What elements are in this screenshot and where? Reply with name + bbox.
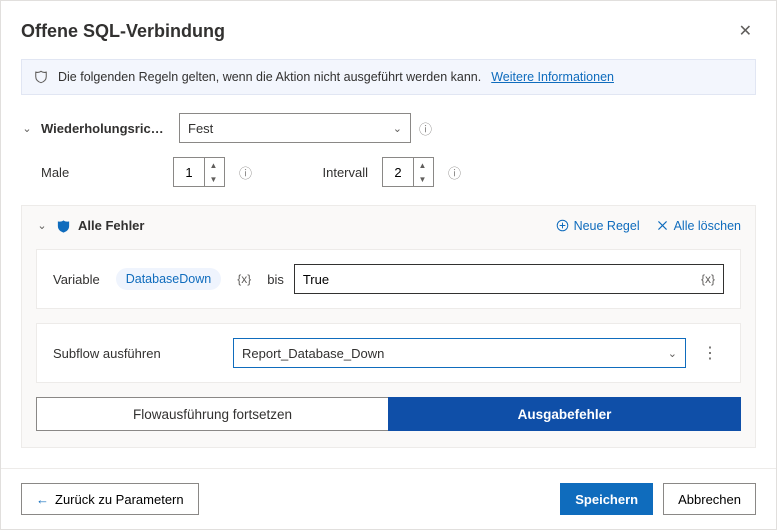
info-icon[interactable]: ⓘ [419,119,432,138]
retry-count-stepper[interactable]: ▲ ▼ [173,157,225,187]
arrow-left-icon: ← [36,492,49,507]
new-rule-label: Neue Regel [574,219,640,233]
info-link[interactable]: Weitere Informationen [491,70,614,84]
kebab-icon[interactable]: ⋮ [696,343,724,363]
throw-error-button[interactable]: Ausgabefehler [388,397,741,431]
continue-flow-button[interactable]: Flowausführung fortsetzen [36,397,388,431]
retry-interval-stepper[interactable]: ▲ ▼ [382,157,434,187]
save-button[interactable]: Speichern [560,483,653,515]
cancel-button[interactable]: Abbrechen [663,483,756,515]
variable-rule-card: Variable DatabaseDown {x} bis {x} [36,249,741,309]
all-errors-panel: ⌄ Alle Fehler Neue Regel Alle löschen Va… [21,205,756,448]
back-button[interactable]: ← Zurück zu Parametern [21,483,199,515]
dialog-title: Offene SQL-Verbindung [21,21,225,42]
value-input[interactable] [303,272,689,287]
chevron-down-icon: ⌄ [393,122,402,135]
retry-interval-input[interactable] [383,165,413,180]
variable-chip[interactable]: DatabaseDown [116,268,221,290]
stepper-up-icon[interactable]: ▲ [414,158,431,172]
retry-count-label: Male [41,165,159,180]
chevron-down-icon: ⌄ [668,347,677,360]
shield-icon [56,219,70,233]
info-text: Die folgenden Regeln gelten, wenn die Ak… [58,70,481,84]
stepper-up-icon[interactable]: ▲ [205,158,222,172]
variable-token-icon[interactable]: {x} [237,272,251,286]
subflow-value: Report_Database_Down [242,346,384,361]
retry-policy-select[interactable]: Fest ⌄ [179,113,411,143]
info-bar: Die folgenden Regeln gelten, wenn die Ak… [21,59,756,95]
stepper-down-icon[interactable]: ▼ [205,172,222,186]
value-input-wrap: {x} [294,264,724,294]
clear-all-button[interactable]: Alle löschen [656,219,741,233]
shield-icon [34,70,48,84]
subflow-rule-card: Subflow ausführen Report_Database_Down ⌄… [36,323,741,383]
all-errors-title: Alle Fehler [78,218,144,233]
chevron-down-icon[interactable]: ⌄ [36,219,48,232]
info-icon[interactable]: ⓘ [239,163,252,182]
retry-policy-label: Wiederholungsric… [41,121,171,136]
variable-label: Variable [53,272,100,287]
to-label: bis [267,272,284,287]
subflow-select[interactable]: Report_Database_Down ⌄ [233,338,686,368]
subflow-label: Subflow ausführen [53,346,223,361]
chevron-down-icon[interactable]: ⌄ [21,122,33,135]
retry-interval-label: Intervall [310,165,368,180]
error-mode-toggle: Flowausführung fortsetzen Ausgabefehler [36,397,741,431]
retry-policy-value: Fest [188,121,213,136]
stepper-down-icon[interactable]: ▼ [414,172,431,186]
new-rule-button[interactable]: Neue Regel [556,219,640,233]
variable-token-icon[interactable]: {x} [701,272,715,286]
retry-count-input[interactable] [174,165,204,180]
info-icon[interactable]: ⓘ [448,163,461,182]
clear-all-label: Alle löschen [674,219,741,233]
close-icon[interactable]: ✕ [735,17,756,45]
